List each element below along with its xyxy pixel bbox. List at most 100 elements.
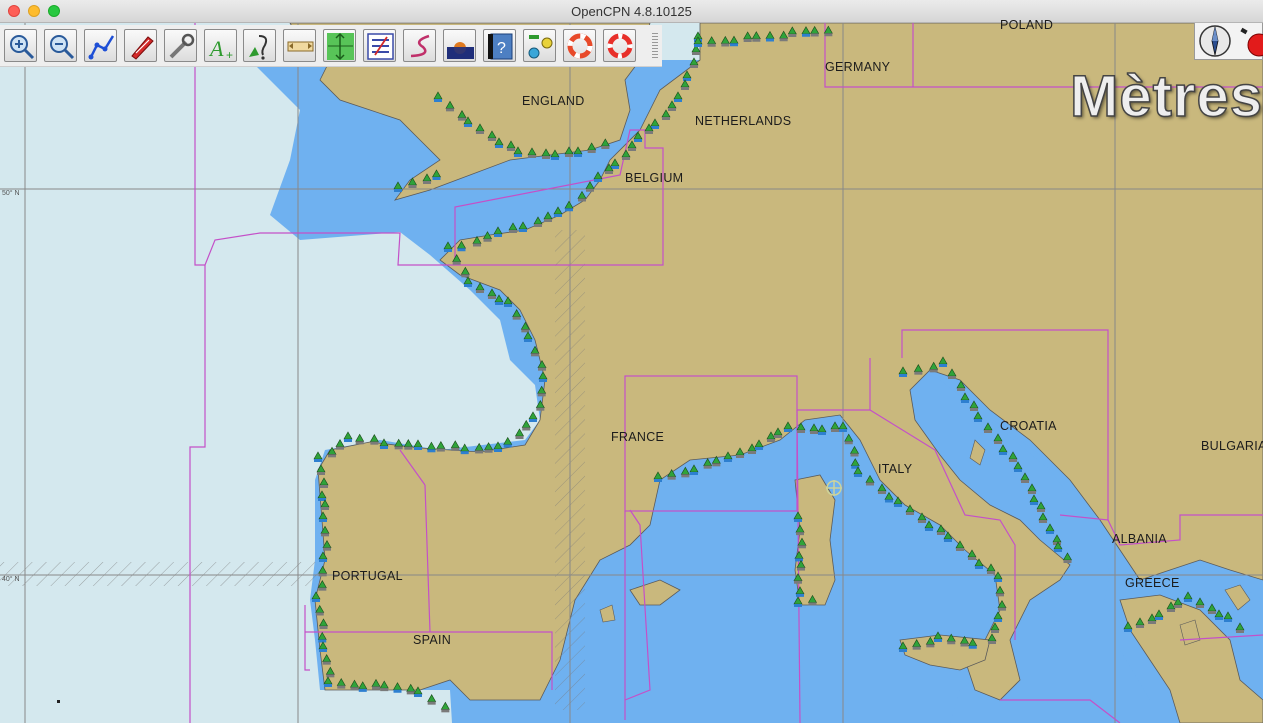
light-marker-base [994,619,1002,622]
light-marker-base [358,688,367,692]
track-button[interactable] [403,29,436,62]
light-marker-base [854,474,862,477]
light-marker-base [315,612,324,616]
light-marker-base [1046,531,1054,534]
zoom-in-button[interactable] [4,29,37,62]
light-marker-base [628,148,636,151]
light-marker-base [944,539,952,542]
light-marker-base [937,532,945,535]
measure-button[interactable] [283,29,316,62]
light-marker-base [484,449,493,453]
country-label-germany: GERMANY [825,60,891,74]
country-label-portugal: PORTUGAL [332,569,403,583]
light-marker-base [464,284,472,287]
light-marker-base [1184,599,1192,602]
toolbar-grip-handle[interactable] [652,33,658,59]
svg-text:?: ? [497,40,506,57]
light-marker-base [432,177,441,180]
light-marker-base [529,419,537,422]
light-marker-base [707,43,716,47]
light-marker-base [536,407,545,411]
light-marker-base [975,566,983,569]
light-marker-base [458,117,466,121]
light-marker-base [522,427,531,431]
zoom-out-icon [50,35,75,60]
light-marker-base [996,593,1004,597]
light-marker-base [394,189,402,192]
light-marker-base [551,157,559,160]
light-marker-base [808,602,817,606]
light-marker-base [692,52,700,55]
light-marker-base [1124,629,1132,632]
mob-alt-button[interactable] [603,29,636,62]
light-marker-base [721,43,730,47]
light-marker-base [321,507,329,510]
tide-button[interactable] [323,29,356,62]
light-marker-base [755,447,763,450]
light-marker-base [531,353,539,357]
ais-icon [528,35,553,59]
route-manager-button[interactable] [363,29,396,62]
light-marker-base [1030,502,1038,505]
light-marker-base [423,181,431,184]
current-button[interactable] [243,29,276,62]
color-scheme-button[interactable] [443,29,476,62]
light-marker-base [355,441,364,445]
light-marker-base [894,504,902,507]
light-marker-base [320,485,328,488]
light-marker-base [464,124,472,127]
light-marker-base [404,446,413,450]
light-marker-base [524,339,532,342]
light-marker-base [794,604,802,607]
light-marker-base [1148,621,1156,624]
compass-widget[interactable] [1194,23,1263,60]
light-marker-base [788,34,797,37]
settings-button[interactable] [164,29,197,62]
light-marker-base [802,33,810,37]
light-marker-base [1208,611,1216,614]
light-marker-base [906,512,914,515]
light-marker-base [574,154,582,157]
light-marker-base [319,626,328,629]
light-marker-base [537,393,546,397]
light-marker-base [446,108,454,112]
light-marker-base [605,171,613,174]
light-marker-base [654,479,662,482]
light-marker-base [712,463,721,467]
text-button[interactable]: A + [204,29,237,62]
light-marker-base [1028,491,1036,494]
help-button[interactable]: ? [483,29,516,62]
light-marker-base [674,99,682,102]
track-icon [410,34,430,58]
light-marker-base [601,146,610,149]
light-marker-base [694,44,702,47]
light-marker-base [970,408,978,411]
light-marker-base [538,367,546,371]
light-marker-base [918,520,926,523]
country-label-france: FRANCE [611,430,665,444]
light-marker-base [476,131,484,134]
light-marker-base [319,559,327,562]
zoom-out-button[interactable] [44,29,77,62]
light-marker-base [795,558,803,562]
light-marker-base [947,641,956,645]
light-marker-base [539,379,547,382]
light-marker-base [818,432,826,435]
light-marker-base [929,369,938,373]
mob-button[interactable] [563,29,596,62]
hatched-parallel [0,562,320,586]
lat-label-50: 50° N [2,190,20,197]
light-marker-base [839,429,847,432]
route-button[interactable] [84,29,117,62]
ais-button[interactable] [523,29,556,62]
light-marker-base [494,449,502,452]
auto-follow-button[interactable] [124,29,157,62]
light-marker-base [987,571,995,574]
lat-label-40: 40° N [2,576,20,583]
light-marker-base [1063,560,1072,563]
light-marker-base [312,599,320,602]
ship-icon [131,36,154,60]
light-marker-base [380,688,389,692]
light-marker-base [406,691,415,695]
light-marker-base [452,261,461,265]
